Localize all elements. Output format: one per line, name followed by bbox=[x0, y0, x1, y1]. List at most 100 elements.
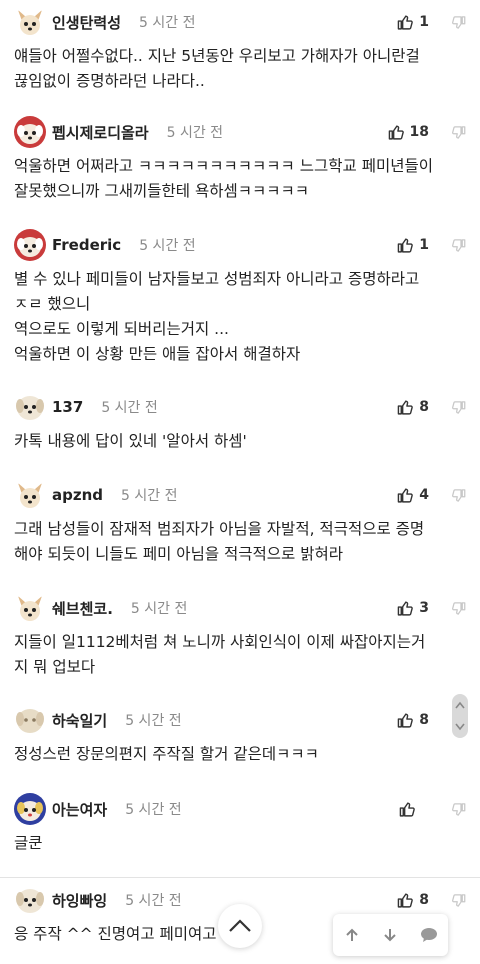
comment-header: apznd 5 시간 전 4 bbox=[14, 473, 466, 517]
comment-header: 아는여자 5 시간 전 bbox=[14, 787, 466, 831]
timestamp: 5 시간 전 bbox=[101, 400, 158, 416]
next-button[interactable] bbox=[375, 920, 405, 950]
scroll-top-button[interactable] bbox=[218, 904, 262, 948]
timestamp: 5 시간 전 bbox=[125, 893, 182, 909]
avatar[interactable] bbox=[14, 884, 46, 916]
like-count: 1 bbox=[419, 14, 429, 30]
comment-item: 하숙일기 5 시간 전 8 정성스런 장문의편지 주작질 할거 같은데ㅋㅋㅋ bbox=[0, 698, 480, 788]
username[interactable]: apznd bbox=[52, 486, 103, 504]
avatar[interactable] bbox=[14, 479, 46, 511]
comment-text: 별 수 있나 페미들이 남자들보고 성범죄자 아니라고 증명하라고 ㅈㄹ 했으니… bbox=[14, 270, 420, 363]
comment-header: 137 5 시간 전 8 bbox=[14, 385, 466, 429]
dislike-button[interactable] bbox=[451, 893, 466, 908]
comment-header: 펩시제로디올라 5 시간 전 18 bbox=[14, 110, 466, 154]
timestamp: 5 시간 전 bbox=[121, 488, 178, 504]
thumbs-up-icon bbox=[397, 892, 414, 908]
username[interactable]: 인생탄력성 bbox=[52, 12, 121, 33]
like-button[interactable]: 1 bbox=[397, 237, 429, 254]
avatar[interactable] bbox=[14, 592, 46, 624]
comment-header: 인생탄력성 5 시간 전 1 bbox=[14, 0, 466, 44]
chevron-up-icon bbox=[229, 919, 251, 932]
comment-item: 인생탄력성 5 시간 전 1 얘들아 어쩔수없다.. 지난 5년동안 우리보고 … bbox=[0, 0, 480, 111]
username[interactable]: 하잉빠잉 bbox=[52, 890, 107, 911]
like-button[interactable]: 8 bbox=[397, 712, 429, 729]
comment-item: 쉐브첸코. 5 시간 전 3 지들이 일1112베처럼 쳐 노니까 사회인식이 … bbox=[0, 586, 480, 699]
thumbs-down-icon bbox=[452, 893, 466, 907]
comment-header: 하숙일기 5 시간 전 8 bbox=[14, 698, 466, 742]
thumbs-up-icon bbox=[397, 399, 414, 415]
comment-item: 펩시제로디올라 5 시간 전 18 억울하면 어쩌라고 ㅋㅋㅋㅋㅋㅋㅋㅋㅋㅋㅋ … bbox=[0, 110, 480, 224]
thumbs-up-icon bbox=[397, 487, 414, 503]
scrollbar-thumb[interactable] bbox=[452, 694, 468, 738]
comment-item: Frederic 5 시간 전 1 별 수 있나 페미들이 남자들보고 성범죄자… bbox=[0, 223, 480, 386]
like-button[interactable]: 18 bbox=[388, 124, 429, 141]
dislike-button[interactable] bbox=[451, 400, 466, 415]
username[interactable]: 137 bbox=[52, 398, 83, 416]
dislike-button[interactable] bbox=[451, 125, 466, 140]
comment-header: 쉐브첸코. 5 시간 전 3 bbox=[14, 586, 466, 630]
avatar[interactable] bbox=[14, 116, 46, 148]
comment-text: 억울하면 어쩌라고 ㅋㅋㅋㅋㅋㅋㅋㅋㅋㅋㅋ 느그학교 페미년들이 잘못했으니까 … bbox=[14, 157, 433, 200]
username[interactable]: 아는여자 bbox=[52, 799, 107, 820]
dislike-button[interactable] bbox=[451, 488, 466, 503]
thumbs-down-icon bbox=[452, 238, 466, 252]
username[interactable]: 펩시제로디올라 bbox=[52, 122, 149, 143]
timestamp: 5 시간 전 bbox=[125, 802, 182, 818]
like-button[interactable]: 8 bbox=[397, 399, 429, 416]
like-count: 8 bbox=[419, 712, 429, 728]
thumbs-down-icon bbox=[452, 125, 466, 139]
like-count: 18 bbox=[409, 124, 429, 140]
like-count: 1 bbox=[419, 237, 429, 253]
like-button[interactable]: 4 bbox=[397, 487, 429, 504]
like-button[interactable]: 8 bbox=[397, 892, 429, 909]
comment-header: Frederic 5 시간 전 1 bbox=[14, 223, 466, 267]
avatar[interactable] bbox=[14, 391, 46, 423]
like-button[interactable]: 3 bbox=[397, 600, 429, 617]
comment-item: 137 5 시간 전 8 카톡 내용에 답이 있네 '알아서 하셈' bbox=[0, 385, 480, 474]
arrow-up-icon bbox=[346, 928, 358, 941]
thumbs-down-icon bbox=[452, 802, 466, 816]
comment-button[interactable] bbox=[414, 920, 444, 950]
comment-text: 그래 남성들이 잠재적 범죄자가 아님을 자발적, 적극적으로 증명 해야 되듯… bbox=[14, 520, 425, 563]
comment-text: 정성스런 장문의편지 주작질 할거 같은데ㅋㅋㅋ bbox=[14, 745, 319, 763]
username[interactable]: Frederic bbox=[52, 236, 121, 254]
comment-text: 카톡 내용에 답이 있네 '알아서 하셈' bbox=[14, 432, 247, 450]
timestamp: 5 시간 전 bbox=[139, 238, 196, 254]
username[interactable]: 하숙일기 bbox=[52, 710, 107, 731]
thumbs-down-icon bbox=[452, 400, 466, 414]
thumbs-down-icon bbox=[452, 488, 466, 502]
username[interactable]: 쉐브첸코. bbox=[52, 598, 113, 619]
comment-item: 아는여자 5 시간 전 글쿤 bbox=[0, 787, 480, 878]
thumbs-down-icon bbox=[452, 601, 466, 615]
thumbs-up-icon bbox=[388, 124, 404, 140]
comment-text: 지들이 일1112베처럼 쳐 노니까 사회인식이 이제 싸잡아지는거 지 뭐 업… bbox=[14, 633, 426, 676]
dislike-button[interactable] bbox=[451, 601, 466, 616]
floating-nav-bar bbox=[333, 914, 448, 956]
timestamp: 5 시간 전 bbox=[166, 125, 224, 141]
comment-item: apznd 5 시간 전 4 그래 남성들이 잠재적 범죄자가 아님을 자발적,… bbox=[0, 473, 480, 587]
avatar[interactable] bbox=[14, 704, 46, 736]
timestamp: 5 시간 전 bbox=[139, 15, 196, 31]
avatar[interactable] bbox=[14, 229, 46, 261]
timestamp: 5 시간 전 bbox=[125, 713, 182, 729]
avatar[interactable] bbox=[14, 793, 46, 825]
dislike-button[interactable] bbox=[451, 802, 466, 817]
thumbs-up-icon bbox=[397, 14, 414, 30]
like-button[interactable] bbox=[399, 801, 429, 818]
thumbs-up-icon bbox=[397, 600, 414, 616]
thumbs-up-icon bbox=[399, 801, 415, 817]
comment-text: 글쿤 bbox=[14, 834, 43, 852]
thumbs-up-icon bbox=[397, 712, 414, 728]
like-button[interactable]: 1 bbox=[397, 14, 429, 31]
like-count: 3 bbox=[419, 600, 429, 616]
speech-bubble-icon bbox=[420, 928, 437, 942]
like-count: 4 bbox=[419, 487, 429, 503]
thumbs-up-icon bbox=[397, 237, 414, 253]
dislike-button[interactable] bbox=[451, 238, 466, 253]
like-count: 8 bbox=[419, 399, 429, 415]
prev-button[interactable] bbox=[337, 920, 367, 950]
dislike-button[interactable] bbox=[451, 15, 466, 30]
avatar[interactable] bbox=[14, 6, 46, 38]
thumbs-down-icon bbox=[452, 15, 466, 29]
comment-text: 얘들아 어쩔수없다.. 지난 5년동안 우리보고 가해자가 아니란걸 끊임없이 … bbox=[14, 47, 420, 90]
